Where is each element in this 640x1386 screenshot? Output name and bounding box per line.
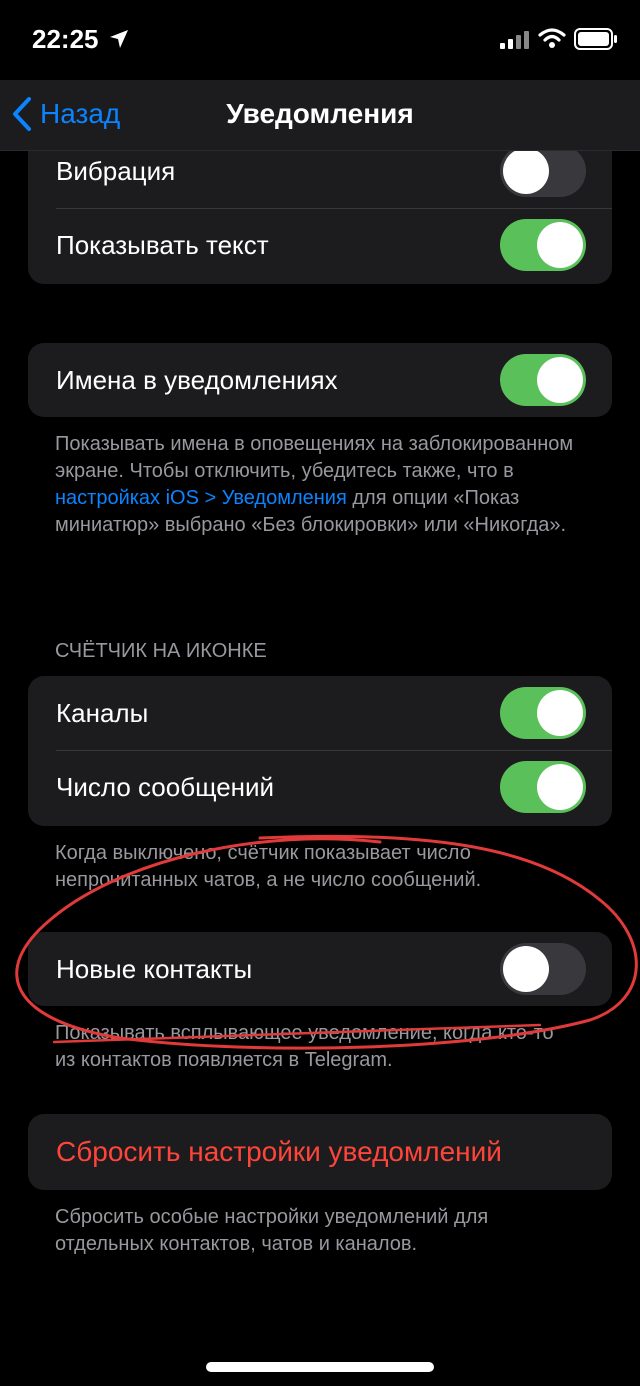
toggle-knob: [503, 148, 549, 194]
cellular-signal-icon: [500, 31, 529, 49]
ios-settings-link[interactable]: настройках iOS > Уведомления: [55, 487, 347, 509]
status-time: 22:25: [32, 24, 99, 54]
badge-section-header: СЧЁТЧИК НА ИКОНКЕ: [55, 640, 267, 662]
channels-toggle[interactable]: [500, 687, 586, 739]
show-text-label: Показывать текст: [56, 230, 269, 260]
channels-row[interactable]: Каналы: [28, 676, 612, 750]
reset-notifications-button[interactable]: Сбросить настройки уведомлений: [56, 1136, 502, 1168]
status-bar: 22:25: [0, 0, 640, 80]
badge-note: Когда выключено, счётчик показывает числ…: [55, 842, 482, 891]
message-count-label: Число сообщений: [56, 772, 275, 802]
wifi-icon: [538, 28, 566, 48]
home-indicator[interactable]: [206, 1362, 434, 1372]
display-settings-group: Вибрация Показывать текст: [28, 134, 612, 284]
vibration-toggle[interactable]: [500, 145, 586, 197]
location-arrow-icon: [110, 30, 128, 48]
show-text-row[interactable]: Показывать текст: [28, 208, 612, 282]
names-in-notifications-row[interactable]: Имена в уведомлениях: [28, 343, 612, 417]
page-title: Уведомления: [226, 98, 414, 129]
names-in-notifications-group: Имена в уведомлениях: [28, 343, 612, 417]
toggle-knob: [537, 764, 583, 810]
toggle-knob: [537, 222, 583, 268]
show-text-toggle[interactable]: [500, 219, 586, 271]
toggle-knob: [503, 946, 549, 992]
message-count-row[interactable]: Число сообщений: [28, 750, 612, 824]
new-contacts-label: Новые контакты: [56, 954, 253, 984]
reset-note: Сбросить особые настройки уведомлений дл…: [55, 1206, 489, 1255]
badge-counter-group: Каналы Число сообщений: [28, 676, 612, 826]
battery-icon: [574, 28, 617, 50]
names-note-text: Показывать имена в оповещениях на заблок…: [55, 433, 574, 482]
new-contacts-group: Новые контакты: [28, 932, 612, 1006]
new-contacts-toggle[interactable]: [500, 943, 586, 995]
names-in-notifications-toggle[interactable]: [500, 354, 586, 406]
vibration-label: Вибрация: [56, 156, 176, 186]
channels-label: Каналы: [56, 698, 149, 728]
new-contacts-row[interactable]: Новые контакты: [28, 932, 612, 1006]
names-in-notifications-label: Имена в уведомлениях: [56, 365, 338, 395]
navigation-bar-overlay: Назад Уведомления: [0, 80, 640, 151]
message-count-toggle[interactable]: [500, 761, 586, 813]
reset-row[interactable]: Сбросить настройки уведомлений: [28, 1114, 612, 1190]
names-note: Показывать имена в оповещениях на заблок…: [55, 431, 575, 539]
new-contacts-note: Показывать всплывающее уведомление, когд…: [55, 1022, 554, 1071]
toggle-knob: [537, 690, 583, 736]
toggle-knob: [537, 357, 583, 403]
reset-group: Сбросить настройки уведомлений: [28, 1114, 612, 1190]
